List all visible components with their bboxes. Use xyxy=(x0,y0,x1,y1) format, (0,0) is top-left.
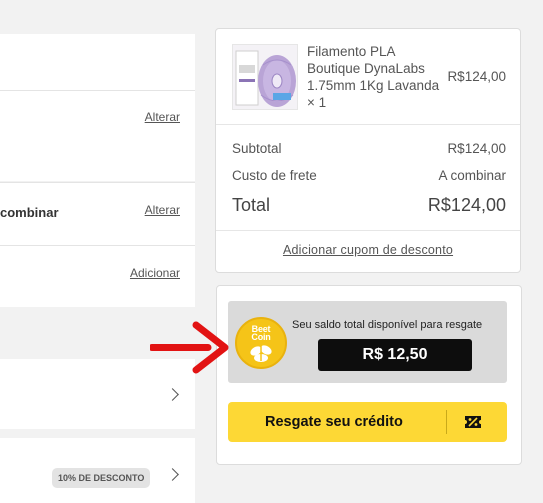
address-row: Alterar xyxy=(0,90,195,182)
product-thumbnail xyxy=(232,44,298,110)
delivery-options-card: combinar Alterar xyxy=(0,182,195,245)
product-name: Filamento PLA Boutique DynaLabs 1.75mm 1… xyxy=(307,44,440,110)
product-price: R$124,00 xyxy=(447,69,506,84)
rewards-card: Beet Coin Seu saldo total disponível par… xyxy=(216,285,522,465)
shipping-value: A combinar xyxy=(438,168,506,183)
extra-info-row: Adicionar xyxy=(0,245,195,307)
button-separator xyxy=(446,410,447,434)
redeem-button-label: Resgate seu crédito xyxy=(265,414,403,430)
total-value: R$124,00 xyxy=(427,195,506,215)
divider xyxy=(216,230,520,231)
add-info-link[interactable]: Adicionar xyxy=(130,266,180,280)
beet-leaf-icon xyxy=(250,343,272,362)
balance-box: Beet Coin Seu saldo total disponível par… xyxy=(228,301,507,383)
redeem-credit-button[interactable]: Resgate seu crédito xyxy=(228,402,507,442)
extra-info-card: Adicionar xyxy=(0,245,195,307)
chevron-right-icon xyxy=(166,468,179,481)
beetcoin-logo: Beet Coin xyxy=(235,317,287,369)
red-arrow-icon xyxy=(150,321,229,374)
shipping-label: Custo de frete xyxy=(232,168,317,183)
payment-option-2[interactable]: 10% DE DESCONTO xyxy=(0,438,195,503)
chevron-right-icon xyxy=(166,388,179,401)
filament-spool-icon xyxy=(235,50,296,107)
total-row: Total R$124,00 xyxy=(232,195,506,216)
change-delivery-link[interactable]: Alterar xyxy=(145,203,180,217)
change-address-link[interactable]: Alterar xyxy=(145,110,180,124)
shipping-address-card: Alterar xyxy=(0,34,195,181)
subtotal-value: R$124,00 xyxy=(447,141,506,156)
add-coupon-link[interactable]: Adicionar cupom de desconto xyxy=(216,243,520,257)
delivery-method-text: combinar xyxy=(0,205,59,220)
delivery-row: combinar Alterar xyxy=(0,182,195,245)
total-label: Total xyxy=(232,195,271,215)
balance-value: R$ 12,50 xyxy=(318,339,472,371)
discount-badge: 10% DE DESCONTO xyxy=(52,468,151,488)
shipping-row: Custo de frete A combinar xyxy=(232,168,506,183)
balance-label: Seu saldo total disponível para resgate xyxy=(292,319,483,331)
discount-ticket-icon xyxy=(465,416,481,428)
divider xyxy=(216,124,520,125)
order-summary-card: Filamento PLA Boutique DynaLabs 1.75mm 1… xyxy=(215,28,521,273)
subtotal-row: Subtotal R$124,00 xyxy=(232,141,506,156)
subtotal-label: Subtotal xyxy=(232,141,282,156)
